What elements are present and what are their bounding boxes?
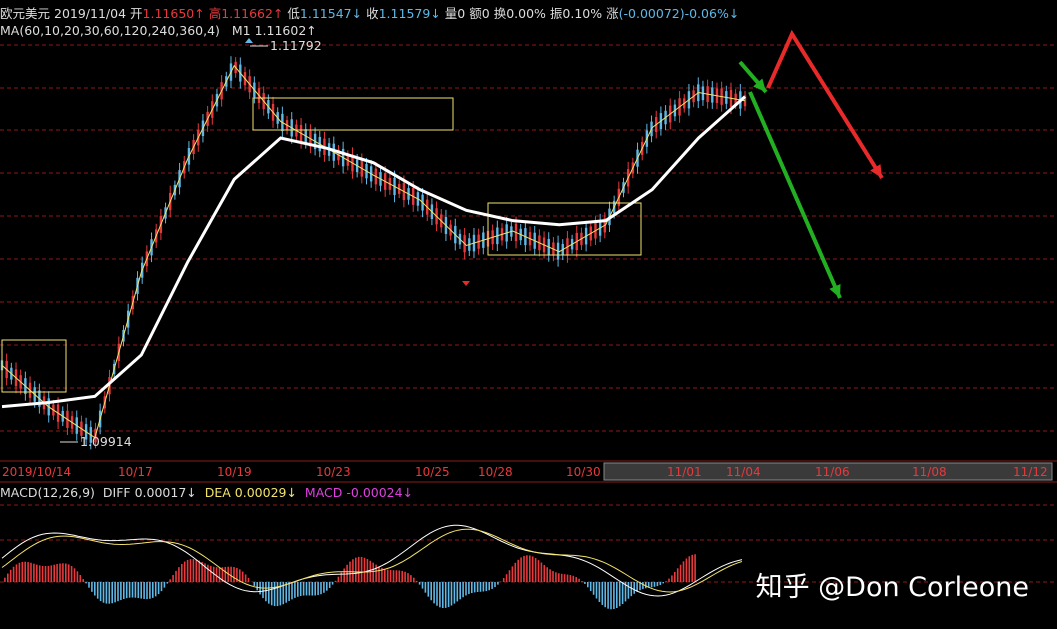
high-mark-label: 1.11792 [270,38,322,53]
date-tick-label: 11/12 [1013,465,1048,479]
macd-panel [1,524,743,610]
date-tick-label: 10/28 [478,465,513,479]
dea-value: 0.00029 [234,485,287,500]
macd-value: -0.00024 [346,485,403,500]
date-tick-label: 10/19 [217,465,252,479]
low-mark-label: 1.09914 [80,434,132,449]
macd-params: MACD(12,26,9) [0,485,95,500]
date-tick-label: 11/08 [912,465,947,479]
macd-label: MACD [304,485,343,500]
grid-lines [0,44,1057,583]
candles [0,56,747,450]
diff-label: DIFF [102,485,131,500]
date-tick-label: 10/23 [316,465,351,479]
date-tick-label: 11/06 [815,465,850,479]
green-forecast-arrow [748,91,842,299]
dea-label: DEA [204,485,231,500]
date-tick-label: 2019/10/14 [2,465,71,479]
macd-info-bar: MACD(12,26,9) DIFF 0.00017↓ DEA 0.00029↓… [0,485,413,500]
diff-value: 0.00017 [134,485,187,500]
arrow-down-icon: ↓ [286,485,297,500]
extreme-markers: 1.11792 1.09914 [60,38,470,449]
date-tick-label: 10/30 [566,465,601,479]
date-tick-label: 11/04 [726,465,761,479]
high-marker-icon [245,38,253,43]
price-chart: 1.11792 1.09914 2019/10/14 10/17 10/19 10/2… [0,29,1057,610]
price-line [1,64,746,439]
date-tick-label: 11/01 [667,465,702,479]
watermark: 知乎 @Don Corleone [755,572,1029,603]
red-forecast-arrow [766,29,884,180]
date-axis: 2019/10/14 10/17 10/19 10/23 10/25 10/28 10/30… [2,462,1053,481]
low-marker-icon [462,281,470,286]
date-tick-label: 10/25 [415,465,450,479]
arrow-down-icon: ↓ [402,485,414,500]
date-tick-label: 10/17 [118,465,153,479]
ma-line [1,95,746,409]
forecast-arrows [738,29,884,299]
arrow-down-icon: ↓ [186,485,197,500]
